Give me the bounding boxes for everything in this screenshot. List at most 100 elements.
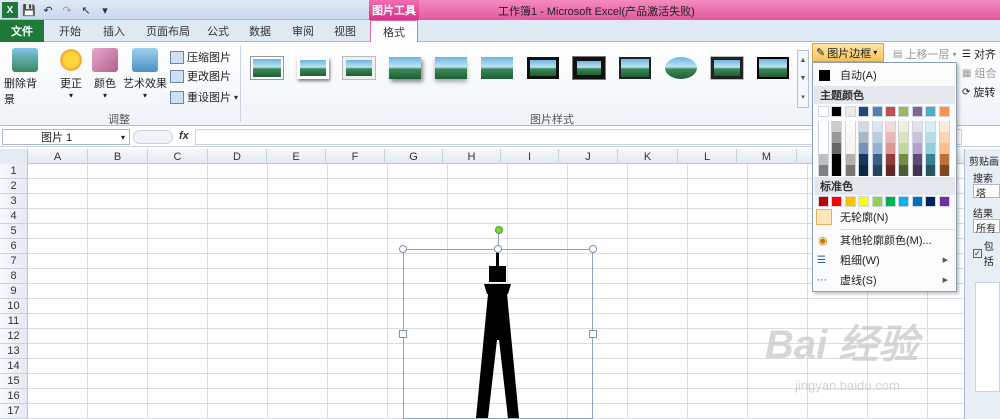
picture-style-2[interactable] xyxy=(293,53,333,83)
reset-picture-button[interactable]: 重设图片 ▾ xyxy=(170,89,238,105)
theme-color-swatch[interactable] xyxy=(871,106,883,117)
theme-color-shade-swatch[interactable] xyxy=(885,165,896,176)
theme-color-shade-swatch[interactable] xyxy=(844,165,856,176)
picture-style-1[interactable] xyxy=(247,53,287,83)
theme-color-shade-swatch[interactable] xyxy=(858,165,870,176)
theme-color-shade-swatch[interactable] xyxy=(858,154,870,165)
customize-qat-icon[interactable]: ▾ xyxy=(97,2,113,18)
theme-color-swatch[interactable] xyxy=(831,106,843,117)
row-header[interactable]: 14 xyxy=(0,359,28,374)
group-button[interactable]: ▦ 组合 xyxy=(962,65,996,81)
picture-style-6[interactable] xyxy=(477,53,517,83)
theme-color-shade-swatch[interactable] xyxy=(925,132,937,143)
column-header[interactable]: H xyxy=(443,149,501,164)
pane-search-input[interactable]: 塔 xyxy=(973,184,1000,200)
theme-color-shade-swatch[interactable] xyxy=(831,121,843,132)
column-header[interactable]: F xyxy=(326,149,385,164)
theme-color-shade-swatch[interactable] xyxy=(898,132,910,143)
column-header[interactable]: M xyxy=(737,149,797,164)
standard-color-swatch[interactable] xyxy=(871,196,883,207)
column-header[interactable]: J xyxy=(559,149,618,164)
standard-color-swatch[interactable] xyxy=(858,196,870,207)
theme-color-shade-swatch[interactable] xyxy=(938,165,950,176)
theme-color-shade-swatch[interactable] xyxy=(898,154,910,165)
theme-color-shade-swatch[interactable] xyxy=(871,143,883,154)
weight-item[interactable]: ☰ 粗细(W) ▶ xyxy=(813,250,956,270)
theme-color-shade-swatch[interactable] xyxy=(885,121,896,132)
resize-handle-top-right[interactable] xyxy=(589,245,597,253)
theme-color-shade-swatch[interactable] xyxy=(938,154,950,165)
column-header[interactable]: L xyxy=(678,149,737,164)
theme-color-shade-swatch[interactable] xyxy=(831,165,843,176)
theme-color-shade-swatch[interactable] xyxy=(911,165,923,176)
insert-function-icon[interactable]: fx xyxy=(179,130,189,142)
artistic-effects-button[interactable]: 艺术效果 ▾ xyxy=(122,48,168,100)
theme-color-shade-swatch[interactable] xyxy=(911,132,923,143)
theme-color-shade-swatch[interactable] xyxy=(911,143,923,154)
theme-color-shade-swatch[interactable] xyxy=(898,121,910,132)
gallery-more-icon[interactable]: ▾ xyxy=(801,93,805,101)
row-header[interactable]: 2 xyxy=(0,179,28,194)
save-icon[interactable]: 💾 xyxy=(21,2,37,18)
row-header[interactable]: 5 xyxy=(0,224,28,239)
tab-review[interactable]: 审阅 xyxy=(283,20,323,42)
column-header[interactable]: K xyxy=(618,149,678,164)
theme-color-shade-swatch[interactable] xyxy=(885,143,896,154)
select-all-corner[interactable] xyxy=(0,149,28,164)
theme-color-swatch[interactable] xyxy=(925,106,937,117)
row-header[interactable]: 4 xyxy=(0,209,28,224)
theme-color-shade-swatch[interactable] xyxy=(844,154,856,165)
column-header[interactable]: B xyxy=(88,149,148,164)
column-header[interactable]: I xyxy=(501,149,559,164)
remove-background-button[interactable]: 删除背景 xyxy=(4,48,46,107)
redo-icon[interactable]: ↷ xyxy=(59,2,75,18)
standard-color-swatch[interactable] xyxy=(898,196,910,207)
theme-color-shade-swatch[interactable] xyxy=(925,165,937,176)
picture-style-9[interactable] xyxy=(615,53,655,83)
row-header[interactable]: 7 xyxy=(0,254,28,269)
compress-pictures-button[interactable]: 压缩图片 xyxy=(170,49,231,65)
picture-style-11[interactable] xyxy=(707,53,747,83)
resize-handle-top[interactable] xyxy=(494,245,502,253)
theme-color-swatch[interactable] xyxy=(911,106,923,117)
row-header[interactable]: 10 xyxy=(0,299,28,314)
theme-color-shade-swatch[interactable] xyxy=(911,121,923,132)
theme-color-shade-swatch[interactable] xyxy=(844,132,856,143)
theme-color-shade-swatch[interactable] xyxy=(858,121,870,132)
picture-style-5[interactable] xyxy=(431,53,471,83)
standard-color-swatch[interactable] xyxy=(938,196,950,207)
theme-color-swatch[interactable] xyxy=(844,106,856,117)
standard-color-swatch[interactable] xyxy=(844,196,856,207)
row-header[interactable]: 16 xyxy=(0,389,28,404)
standard-color-swatch[interactable] xyxy=(831,196,843,207)
row-header[interactable]: 3 xyxy=(0,194,28,209)
column-header[interactable]: C xyxy=(148,149,208,164)
tab-file[interactable]: 文件 xyxy=(0,20,44,42)
row-header[interactable]: 1 xyxy=(0,164,28,179)
theme-color-shade-swatch[interactable] xyxy=(938,121,950,132)
color-button[interactable]: 颜色 ▾ xyxy=(90,48,120,100)
theme-color-shade-swatch[interactable] xyxy=(844,143,856,154)
dashes-item[interactable]: ⋯ 虚线(S) ▶ xyxy=(813,270,956,290)
bring-forward-button[interactable]: ▤ 上移一层 ▾ xyxy=(893,46,956,62)
theme-color-shade-swatch[interactable] xyxy=(831,154,843,165)
picture-style-4[interactable] xyxy=(385,53,425,83)
corrections-button[interactable]: 更正 ▾ xyxy=(56,48,86,100)
theme-color-shade-swatch[interactable] xyxy=(898,165,910,176)
theme-color-shade-swatch[interactable] xyxy=(858,143,870,154)
theme-color-shade-swatch[interactable] xyxy=(871,154,883,165)
rotate-handle[interactable] xyxy=(495,226,503,234)
undo-icon[interactable]: ↶ xyxy=(40,2,56,18)
standard-color-swatch[interactable] xyxy=(818,196,829,207)
theme-color-swatch[interactable] xyxy=(938,106,950,117)
picture-style-3[interactable] xyxy=(339,53,379,83)
selected-picture[interactable] xyxy=(403,249,593,419)
theme-color-shade-swatch[interactable] xyxy=(925,121,937,132)
theme-color-shade-swatch[interactable] xyxy=(898,143,910,154)
theme-color-shade-swatch[interactable] xyxy=(818,132,829,143)
column-header[interactable]: E xyxy=(267,149,326,164)
name-box[interactable]: 图片 1 ▾ xyxy=(2,129,130,145)
theme-color-swatch[interactable] xyxy=(885,106,896,117)
standard-color-swatch[interactable] xyxy=(925,196,937,207)
theme-color-swatch[interactable] xyxy=(858,106,870,117)
